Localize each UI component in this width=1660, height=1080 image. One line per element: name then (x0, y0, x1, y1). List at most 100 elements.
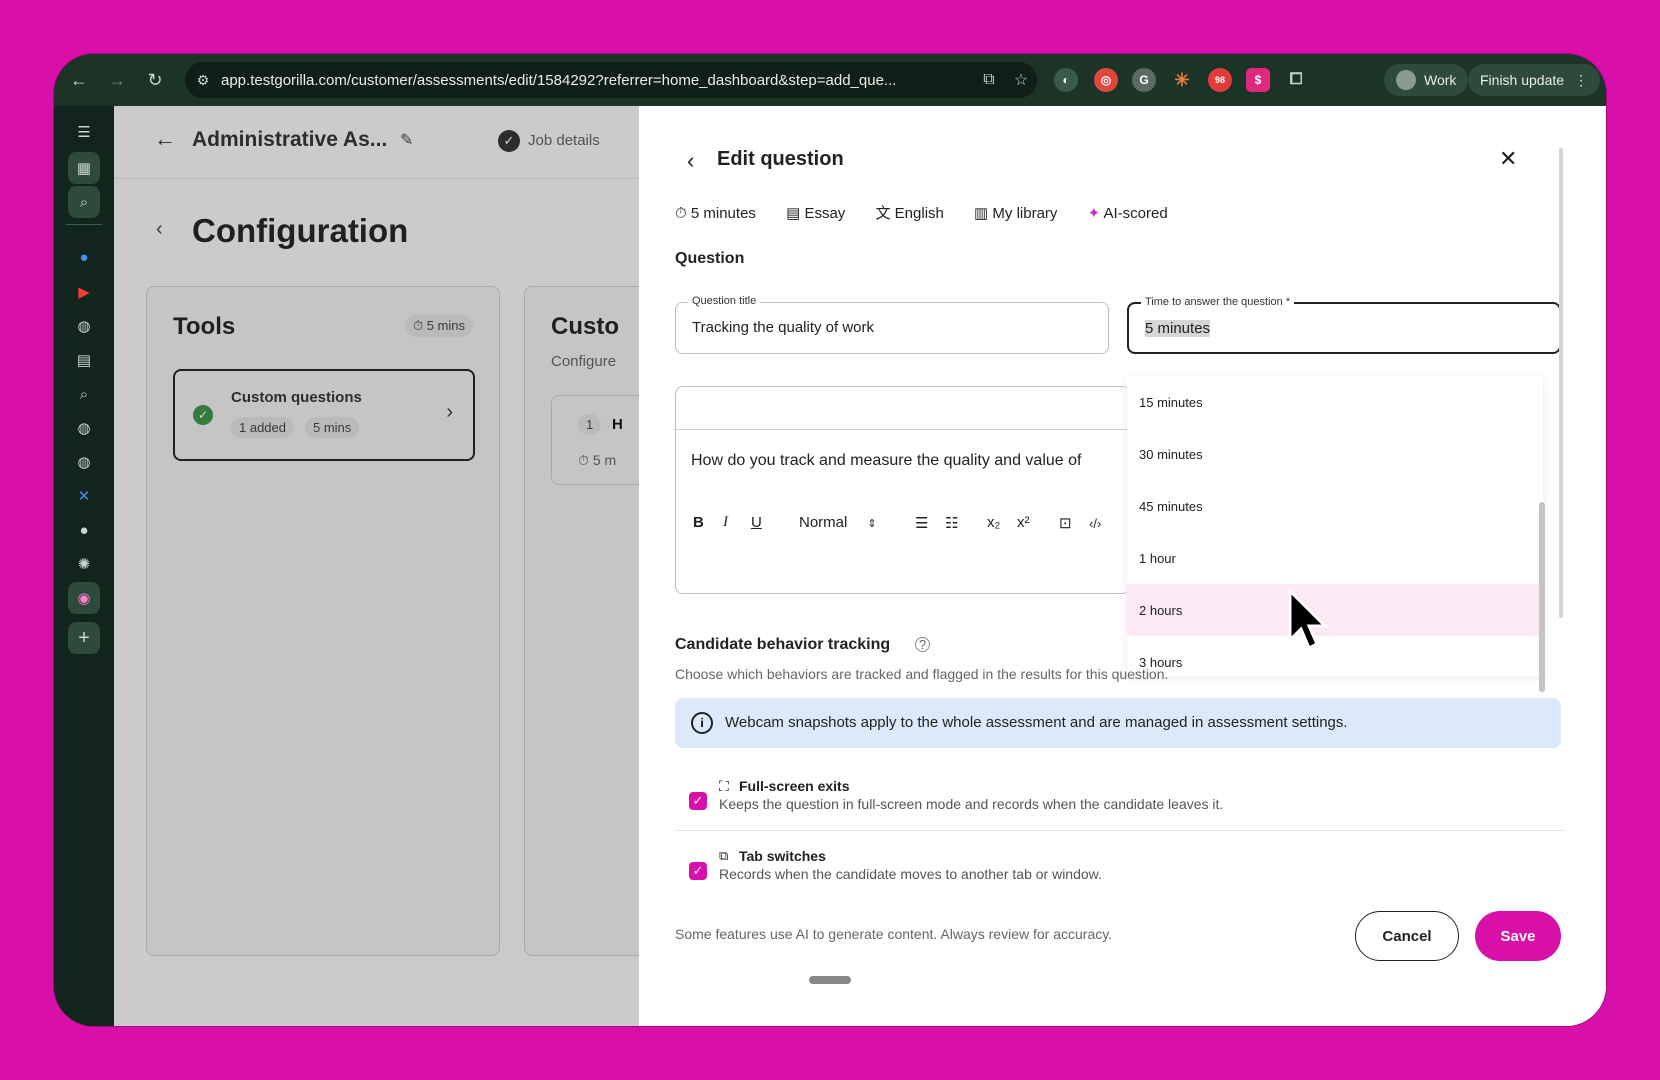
extensions-puzzle-icon[interactable]: ⧠ (1284, 68, 1308, 92)
save-button[interactable]: Save (1475, 911, 1561, 961)
finish-update-button[interactable]: Finish update ⋮ (1468, 64, 1601, 96)
question-title-label: Question title (688, 295, 761, 307)
app-page: ← Administrative As... ✎ ✓ Job details ‹… (114, 106, 1606, 1026)
app-window: ← → ↻ ⚙ app.testgorilla.com/customer/ass… (54, 54, 1606, 1026)
time-to-answer-value: 5 minutes (1145, 320, 1211, 337)
checkbox-title: Tab switches (739, 848, 826, 864)
format-select[interactable]: Normal ⇕ (799, 514, 877, 531)
meta-language: English (894, 205, 944, 222)
grid-icon[interactable]: ▦ (68, 152, 100, 184)
globe-icon[interactable]: ◍ (68, 310, 100, 342)
ai-footer-note: Some features use AI to generate content… (675, 926, 1113, 942)
code-icon[interactable]: ‹/› (1089, 516, 1101, 531)
divider (676, 429, 1129, 430)
app-icon[interactable]: ● (68, 241, 100, 273)
ordered-list-icon[interactable]: ☰ (915, 514, 928, 532)
add-icon[interactable]: + (68, 622, 100, 654)
install-app-icon[interactable]: ⧉ (973, 71, 1005, 89)
extension-icon[interactable]: $ (1246, 68, 1270, 92)
library-icon: ▥ (974, 205, 989, 222)
globe-icon[interactable]: ◍ (68, 412, 100, 444)
bullet-list-icon[interactable]: ☷ (945, 514, 958, 532)
checkbox-description: Records when the candidate moves to anot… (719, 866, 1102, 882)
avatar (1396, 70, 1416, 90)
question-title-field[interactable]: Question title Tracking the quality of w… (675, 295, 1109, 354)
format-select-label: Normal (799, 514, 848, 531)
question-meta: ⏱ 5 minutes ▤ Essay 文 English ▥ My libra… (675, 202, 1168, 223)
translate-icon: 文 (875, 205, 891, 222)
checkbox-title: Full-screen exits (739, 778, 850, 794)
profile-label: Work (1424, 72, 1457, 88)
fullscreen-icon: ⛶ (719, 778, 729, 794)
sparkle-icon: ✦ (1087, 205, 1101, 222)
cancel-button[interactable]: Cancel (1355, 911, 1459, 961)
select-arrows-icon: ⇕ (867, 518, 877, 530)
dropdown-option-hovered[interactable]: 2 hours (1127, 584, 1543, 636)
stopwatch-icon: ⏱ (675, 205, 687, 222)
underline-icon[interactable]: U (751, 514, 762, 531)
address-bar[interactable]: ⚙ app.testgorilla.com/customer/assessmen… (185, 62, 1037, 98)
time-to-answer-label: Time to answer the question * (1141, 296, 1295, 308)
close-icon[interactable]: ✕ (1499, 146, 1517, 172)
site-settings-icon[interactable]: ⚙ (185, 72, 221, 89)
subscript-icon[interactable]: x₂ (987, 514, 1000, 531)
back-icon[interactable]: ← (60, 70, 98, 91)
expand-sidebar-icon[interactable]: ☰ (68, 116, 100, 148)
search-icon[interactable]: ⌕ (68, 378, 100, 410)
extension-icon[interactable]: G (1132, 68, 1156, 92)
tracking-description: Choose which behaviors are tracked and f… (675, 666, 1169, 682)
tab-icon: ⧉ (719, 848, 729, 863)
forward-icon[interactable]: → (98, 70, 136, 91)
dropdown-option[interactable]: 3 hours (1127, 636, 1543, 688)
dropdown-option[interactable]: 1 hour (1127, 532, 1543, 584)
full-screen-checkbox[interactable]: ✓ (689, 792, 707, 810)
kebab-menu-icon: ⋮ (1574, 71, 1589, 88)
globe-icon[interactable]: ◍ (68, 446, 100, 478)
reload-icon[interactable]: ↻ (136, 70, 174, 91)
url-text: app.testgorilla.com/customer/assessments… (221, 71, 897, 89)
divider (66, 224, 102, 225)
code-block-icon[interactable]: ⊡ (1059, 514, 1072, 532)
meta-duration: 5 minutes (690, 205, 756, 222)
info-icon: i (691, 712, 713, 734)
extension-icon[interactable]: ◐ (1054, 68, 1078, 92)
profile-button[interactable]: Work (1384, 64, 1469, 96)
extension-badge-icon[interactable]: 98 (1208, 68, 1232, 92)
bookmark-star-icon[interactable]: ☆ (1005, 70, 1037, 90)
extension-icon[interactable]: ◎ (1094, 68, 1118, 92)
meta-type: Essay (804, 205, 846, 222)
checkbox-description: Keeps the question in full-screen mode a… (719, 796, 1224, 812)
bold-icon[interactable]: B (693, 514, 704, 531)
github-icon[interactable]: ● (68, 514, 100, 546)
divider (675, 830, 1565, 831)
finish-update-label: Finish update (1480, 72, 1565, 88)
time-to-answer-select[interactable]: Time to answer the question * 5 minutes (1127, 296, 1561, 354)
tab-switches-checkbox[interactable]: ✓ (689, 862, 707, 880)
chevron-left-icon[interactable]: ‹ (687, 148, 694, 174)
youtube-icon[interactable]: ▶ (68, 276, 100, 308)
search-list-icon[interactable]: ⌕ (68, 186, 100, 218)
question-title-value: Tracking the quality of work (692, 319, 875, 336)
testgorilla-icon[interactable]: ◉ (68, 582, 100, 614)
panel-title: Edit question (717, 148, 844, 170)
openai-icon[interactable]: ✺ (68, 548, 100, 580)
extension-icon[interactable]: ✳ (1170, 68, 1194, 92)
panel-scrollbar[interactable] (1559, 148, 1563, 618)
editor-body[interactable]: How do you track and measure the quality… (691, 452, 1127, 470)
meta-scoring: AI-scored (1103, 205, 1168, 222)
document-icon[interactable]: ▤ (68, 344, 100, 376)
dropdown-option[interactable]: 30 minutes (1127, 428, 1543, 480)
help-icon[interactable]: ? (915, 637, 930, 652)
edit-question-panel: ‹ Edit question ✕ ⏱ 5 minutes ▤ Essay 文 … (639, 106, 1606, 1026)
dropdown-scrollbar[interactable] (1539, 502, 1545, 692)
modal-backdrop[interactable] (114, 106, 639, 1026)
italic-icon[interactable]: I (723, 514, 728, 531)
info-banner: i Webcam snapshots apply to the whole as… (675, 698, 1561, 748)
drag-handle[interactable] (809, 976, 851, 984)
mouse-cursor-icon (1288, 588, 1329, 651)
jira-icon[interactable]: ✕ (68, 480, 100, 512)
tracking-heading: Candidate behavior tracking (675, 636, 891, 653)
dropdown-option[interactable]: 45 minutes (1127, 480, 1543, 532)
superscript-icon[interactable]: x² (1017, 514, 1030, 531)
dropdown-option[interactable]: 15 minutes (1127, 376, 1543, 428)
